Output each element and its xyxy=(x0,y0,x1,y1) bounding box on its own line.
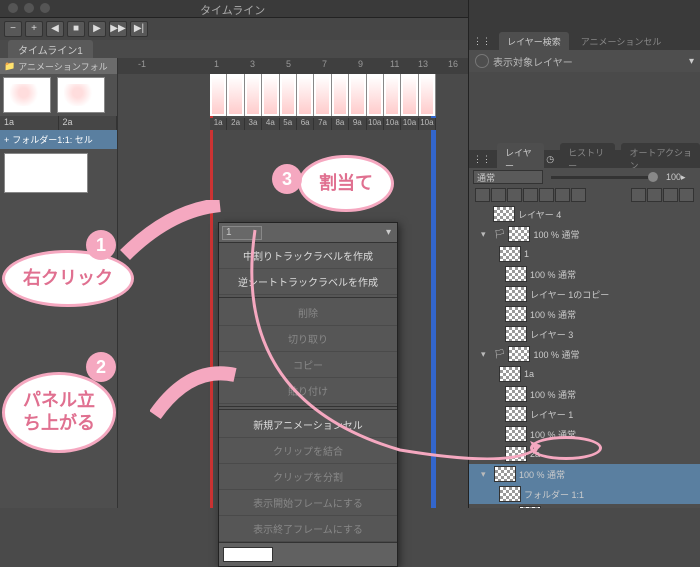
expand-icon[interactable]: ▾ xyxy=(481,469,491,480)
layer-row[interactable]: 🏳100 % 通常 xyxy=(469,504,700,508)
frame-strip[interactable] xyxy=(210,74,436,116)
playhead-start[interactable] xyxy=(210,74,218,508)
ctx-input-field[interactable] xyxy=(223,547,273,562)
timeline-tab[interactable]: タイムライン1 xyxy=(8,40,93,59)
subtrack-2a[interactable]: 2a xyxy=(59,116,118,130)
badge-3: 3 xyxy=(272,164,302,194)
zoom-in-button[interactable]: + xyxy=(25,21,43,37)
history-icon: ◷ xyxy=(546,154,554,165)
opacity-slider[interactable] xyxy=(551,176,658,179)
layer-thumb xyxy=(494,466,516,482)
step-fwd-button[interactable]: ▶▶ xyxy=(109,21,127,37)
search-label: 表示対象レイヤー xyxy=(493,54,573,69)
dropdown-icon[interactable]: ▾ xyxy=(689,56,694,67)
subtrack-1a[interactable]: 1a xyxy=(0,116,59,130)
folder-row[interactable]: + フォルダー1:1: セル xyxy=(0,130,117,149)
layer-row[interactable]: フォルダー 1:1 xyxy=(469,484,700,504)
callout-3: 割当て xyxy=(298,155,394,212)
eye-icon[interactable] xyxy=(475,54,489,68)
folder-thumb[interactable] xyxy=(4,153,88,193)
ctx-item: 表示終了フレームにする xyxy=(219,516,397,542)
folder-icon: 📁 xyxy=(4,61,15,72)
tab-layer-search[interactable]: レイヤー検索 xyxy=(499,32,569,51)
cell-thumb-2[interactable] xyxy=(57,77,105,113)
tool-icon[interactable] xyxy=(679,188,694,202)
tool-icon[interactable] xyxy=(647,188,662,202)
zoom-out-button[interactable]: − xyxy=(4,21,22,37)
stop-button[interactable]: ■ xyxy=(67,21,85,37)
tool-icon[interactable] xyxy=(571,188,586,202)
layer-name: 100 % 通常 xyxy=(519,468,565,481)
grip-icon[interactable]: ⋮⋮ xyxy=(473,154,491,165)
tool-icon[interactable] xyxy=(631,188,646,202)
window-controls[interactable] xyxy=(8,3,50,13)
plus-icon: + xyxy=(4,135,9,145)
time-ruler[interactable]: -1 1 3 5 7 9 11 13 16 xyxy=(118,58,468,74)
badge-2: 2 xyxy=(86,352,116,382)
tab-anim-cell[interactable]: アニメーションセル xyxy=(573,32,670,51)
panel-title: タイムライン xyxy=(200,2,265,18)
play-button[interactable]: ▶ xyxy=(88,21,106,37)
stepper-icon[interactable]: ▸ xyxy=(681,172,686,182)
tool-icon[interactable] xyxy=(663,188,678,202)
frame-labels: 1a2a 3a4a 5a6a 7a8a 9a10a 10a10a 10a xyxy=(210,118,436,130)
ctx-item: 表示開始フレームにする xyxy=(219,490,397,516)
end-button[interactable]: ▶| xyxy=(130,21,148,37)
step-back-button[interactable]: ◀ xyxy=(46,21,64,37)
grip-icon[interactable]: ⋮⋮ xyxy=(473,36,491,47)
callout-1: 右クリック xyxy=(2,250,134,307)
callout-2: パネル立 ち上がる xyxy=(2,372,116,453)
layer-row[interactable]: ▾ 100 % 通常 xyxy=(469,464,700,484)
blend-mode-select[interactable]: 通常 xyxy=(473,170,543,184)
layer-name: フォルダー 1:1 xyxy=(524,488,584,501)
cell-thumb-1[interactable] xyxy=(3,77,51,113)
badge-1: 1 xyxy=(86,230,116,260)
anim-folder-header[interactable]: 📁 アニメーションフォル xyxy=(0,58,117,74)
layer-thumb xyxy=(499,486,521,502)
ctx-item: クリップを分割 xyxy=(219,464,397,490)
timeline-toolbar: − + ◀ ■ ▶ ▶▶ ▶| xyxy=(0,18,468,40)
